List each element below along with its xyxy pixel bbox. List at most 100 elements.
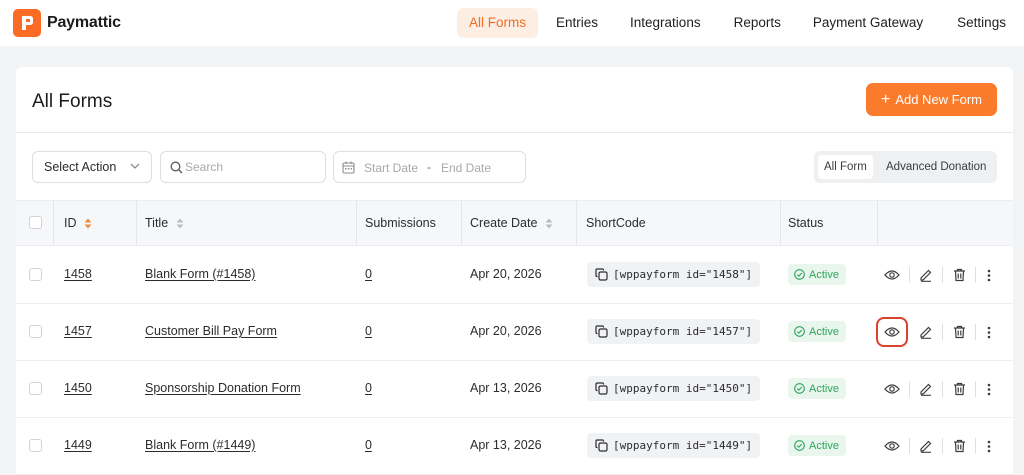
form-id-link[interactable]: 1449 [64,438,92,452]
select-action-dropdown[interactable]: Select Action [32,151,152,183]
nav-entries[interactable]: Entries [544,8,610,38]
tab-advanced-donation[interactable]: Advanced Donation [880,155,992,179]
copy-icon [595,268,608,281]
shortcode-copy[interactable]: [wppayform id="1458"] [587,262,761,287]
nav-payment-gateway[interactable]: Payment Gateway [801,8,935,38]
row-checkbox[interactable] [29,439,42,452]
form-title-link[interactable]: Blank Form (#1458) [145,267,255,281]
form-title-link[interactable]: Customer Bill Pay Form [145,324,277,338]
tab-all-form[interactable]: All Form [818,155,873,179]
eye-icon[interactable] [883,323,901,341]
sort-icon [176,218,184,229]
search-input[interactable] [185,158,315,176]
action-divider [975,381,976,397]
copy-icon [595,382,608,395]
status-badge: Active [788,378,846,399]
edit-pencil-icon[interactable] [917,437,935,455]
sort-icon [545,218,553,229]
row-checkbox[interactable] [29,382,42,395]
column-divider [461,201,462,245]
form-title-link[interactable]: Sponsorship Donation Form [145,381,301,395]
page-title: All Forms [32,91,113,112]
action-divider [942,324,943,340]
more-options-icon[interactable] [980,437,998,455]
create-date: Apr 13, 2026 [470,381,542,395]
column-divider [356,201,357,245]
row-checkbox[interactable] [29,268,42,281]
nav-settings[interactable]: Settings [945,8,1018,38]
eye-icon[interactable] [883,380,901,398]
submissions-count-link[interactable]: 0 [365,324,372,338]
main-nav: All Forms Entries Integrations Reports P… [457,8,1024,38]
column-id[interactable]: ID [64,216,92,230]
select-action-label: Select Action [44,160,117,174]
end-date-input[interactable]: End Date [441,161,491,175]
select-all-checkbox[interactable] [29,216,42,229]
action-divider [975,324,976,340]
start-date-input[interactable]: Start Date [364,161,418,175]
create-date: Apr 13, 2026 [470,438,542,452]
top-bar: Paymattic All Forms Entries Integrations… [0,0,1024,46]
status-badge: Active [788,435,846,456]
shortcode-copy[interactable]: [wppayform id="1457"] [587,319,761,344]
edit-pencil-icon[interactable] [917,323,935,341]
edit-pencil-icon[interactable] [917,380,935,398]
date-separator: - [427,160,431,174]
column-shortcode: ShortCode [586,216,646,230]
column-create-date-label: Create Date [470,216,538,230]
shortcode-text: [wppayform id="1458"] [613,268,753,281]
edit-pencil-icon[interactable] [917,266,935,284]
eye-icon[interactable] [883,266,901,284]
table-row: 1458 Blank Form (#1458) 0 Apr 20, 2026 [… [16,247,1013,304]
column-title-label: Title [145,216,169,230]
calendar-icon [342,161,355,174]
trash-icon[interactable] [950,380,968,398]
more-options-icon[interactable] [980,323,998,341]
form-title-link[interactable]: Blank Form (#1449) [145,438,255,452]
copy-icon [595,439,608,452]
submissions-count-link[interactable]: 0 [365,438,372,452]
column-submissions: Submissions [365,216,436,230]
column-status: Status [788,216,824,230]
column-id-label: ID [64,216,77,230]
form-id-link[interactable]: 1458 [64,267,92,281]
column-create-date[interactable]: Create Date [470,216,553,230]
eye-icon[interactable] [883,437,901,455]
column-divider [780,201,781,245]
shortcode-copy[interactable]: [wppayform id="1450"] [587,376,761,401]
status-label: Active [809,382,839,395]
shortcode-text: [wppayform id="1457"] [613,325,753,338]
column-title[interactable]: Title [145,216,184,230]
date-range-picker[interactable]: Start Date - End Date [333,151,526,183]
submissions-count-link[interactable]: 0 [365,381,372,395]
search-box[interactable] [160,151,326,183]
status-label: Active [809,325,839,338]
shortcode-text: [wppayform id="1449"] [613,439,753,452]
more-options-icon[interactable] [980,380,998,398]
status-label: Active [809,439,839,452]
trash-icon[interactable] [950,323,968,341]
nav-reports[interactable]: Reports [722,8,793,38]
nav-integrations[interactable]: Integrations [618,8,713,38]
nav-all-forms[interactable]: All Forms [457,8,538,38]
shortcode-copy[interactable]: [wppayform id="1449"] [587,433,761,458]
submissions-count-link[interactable]: 0 [365,267,372,281]
form-type-tabs: All Form Advanced Donation [814,151,997,183]
forms-panel: All Forms + Add New Form Select Action S… [16,67,1013,475]
create-date: Apr 20, 2026 [470,324,542,338]
add-new-form-button[interactable]: + Add New Form [866,83,997,116]
column-divider [53,201,54,245]
more-options-icon[interactable] [980,266,998,284]
chevron-down-icon [130,163,140,169]
form-id-link[interactable]: 1450 [64,381,92,395]
form-id-link[interactable]: 1457 [64,324,92,338]
action-divider [909,381,910,397]
status-badge: Active [788,264,846,285]
row-checkbox[interactable] [29,325,42,338]
table-row: 1450 Sponsorship Donation Form 0 Apr 13,… [16,361,1013,418]
status-label: Active [809,268,839,281]
brand-logo[interactable]: Paymattic [13,9,121,37]
table-row: 1449 Blank Form (#1449) 0 Apr 13, 2026 [… [16,418,1013,475]
trash-icon[interactable] [950,437,968,455]
trash-icon[interactable] [950,266,968,284]
